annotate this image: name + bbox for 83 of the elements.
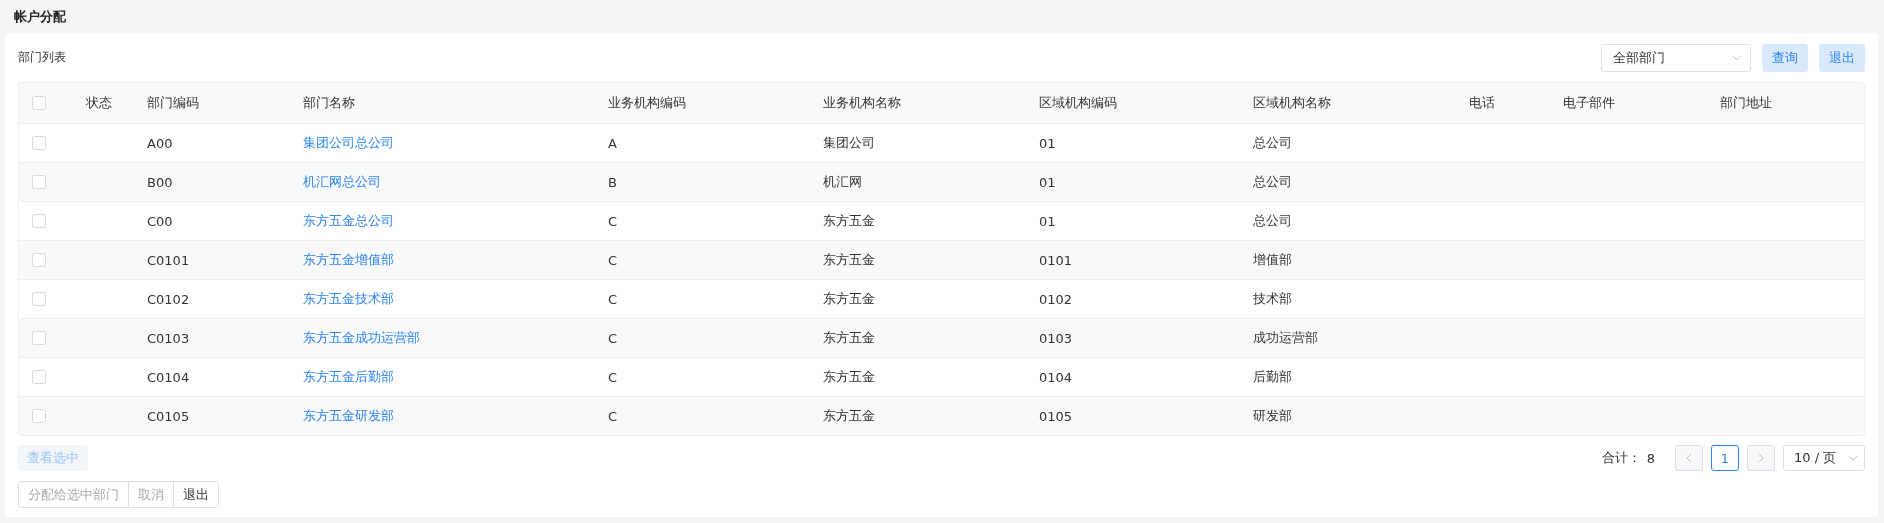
table-cell-text: 0101 xyxy=(1039,252,1074,268)
table-cell-text: C xyxy=(608,408,619,424)
table-cell-text: 0103 xyxy=(1039,330,1074,346)
table-cell-text: 东方五金 xyxy=(823,368,876,386)
column-header: 业务机构编码 xyxy=(608,94,687,112)
department-link[interactable]: 东方五金研发部 xyxy=(303,407,608,425)
table-cell-text: C0101 xyxy=(147,252,191,268)
row-checkbox[interactable] xyxy=(32,370,46,384)
column-header: 状态 xyxy=(86,94,113,112)
column-header: 部门编码 xyxy=(147,94,200,112)
table-cell-text: C xyxy=(608,213,619,229)
department-link[interactable]: 东方五金总公司 xyxy=(303,212,608,230)
table-cell-text: B00 xyxy=(147,174,174,190)
row-checkbox[interactable] xyxy=(32,136,46,150)
table-cell-text: 集团公司 xyxy=(823,134,876,152)
table-cell-text: C xyxy=(608,330,619,346)
table-cell-text: B xyxy=(608,174,618,190)
column-header: 电话 xyxy=(1469,94,1496,112)
table-cell-text: 机汇网 xyxy=(823,173,863,191)
table-cell-text: 东方五金 xyxy=(823,329,876,347)
total-count: 8 xyxy=(1646,450,1655,466)
chevron-right-icon xyxy=(1758,453,1764,463)
column-header: 电子部件 xyxy=(1563,94,1616,112)
action-button[interactable]: 退出 xyxy=(173,481,219,508)
page-size-select[interactable]: 10 / 页 xyxy=(1783,445,1865,471)
section-title: 部门列表 xyxy=(18,49,67,66)
table-cell-text: 总公司 xyxy=(1253,212,1293,230)
toolbar-button[interactable]: 退出 xyxy=(1819,43,1865,72)
department-link[interactable]: 东方五金成功运营部 xyxy=(303,329,608,347)
table-cell-text: A xyxy=(608,135,618,151)
table-cell-text: 成功运营部 xyxy=(1253,329,1319,347)
table-cell-text: 01 xyxy=(1039,174,1057,190)
table-cell-text: C0104 xyxy=(147,369,191,385)
toolbar-button[interactable]: 查询 xyxy=(1762,43,1808,72)
department-link[interactable]: 集团公司总公司 xyxy=(303,134,608,152)
department-link[interactable]: 东方五金增值部 xyxy=(303,251,608,269)
department-link[interactable]: 东方五金技术部 xyxy=(303,290,608,308)
chevron-down-icon xyxy=(1732,54,1742,61)
column-header: 区域机构名称 xyxy=(1253,94,1332,112)
column-header: 部门名称 xyxy=(303,94,356,112)
table-cell-text: 技术部 xyxy=(1253,290,1293,308)
table-cell-text: C xyxy=(608,369,619,385)
row-checkbox[interactable] xyxy=(32,409,46,423)
table-cell-text: 0102 xyxy=(1039,291,1074,307)
table-cell-text: 后勤部 xyxy=(1253,368,1293,386)
table-cell-text: 0104 xyxy=(1039,369,1074,385)
table-cell-text: 增值部 xyxy=(1253,251,1293,269)
select-all-checkbox[interactable] xyxy=(32,96,46,110)
previous-page-button[interactable] xyxy=(1675,445,1703,471)
page-title: 帐户分配 xyxy=(14,7,66,26)
table-cell-text: 总公司 xyxy=(1253,134,1293,152)
table-cell-text: C0102 xyxy=(147,291,191,307)
department-link[interactable]: 机汇网总公司 xyxy=(303,173,608,191)
column-header: 业务机构名称 xyxy=(823,94,902,112)
table-cell-text: C xyxy=(608,291,619,307)
row-checkbox[interactable] xyxy=(32,292,46,306)
table-cell-text: 东方五金 xyxy=(823,251,876,269)
row-checkbox[interactable] xyxy=(32,214,46,228)
table-cell-text: 研发部 xyxy=(1253,407,1293,425)
next-page-button[interactable] xyxy=(1747,445,1775,471)
table-cell-text: 01 xyxy=(1039,213,1057,229)
table-cell-text: C00 xyxy=(147,213,174,229)
row-checkbox[interactable] xyxy=(32,331,46,345)
department-link[interactable]: 东方五金后勤部 xyxy=(303,368,608,386)
table-cell-text: 东方五金 xyxy=(823,407,876,425)
table-cell-text: 东方五金 xyxy=(823,212,876,230)
table-cell-text: 0105 xyxy=(1039,408,1074,424)
table-cell-text: C xyxy=(608,252,619,268)
chevron-down-icon xyxy=(1848,455,1858,461)
chevron-left-icon xyxy=(1686,453,1692,463)
table-cell-text: 01 xyxy=(1039,135,1057,151)
row-checkbox[interactable] xyxy=(32,253,46,267)
table-cell-text: C0103 xyxy=(147,330,191,346)
total-label: 合计： xyxy=(1601,449,1641,467)
column-header: 部门地址 xyxy=(1720,94,1773,112)
table-cell-text: 总公司 xyxy=(1253,173,1293,191)
column-header: 区域机构编码 xyxy=(1039,94,1118,112)
table-cell-text: 东方五金 xyxy=(823,290,876,308)
table-cell-text: A00 xyxy=(147,135,174,151)
page-button[interactable]: 1 xyxy=(1711,445,1739,471)
department-select[interactable]: 全部部门 xyxy=(1601,43,1751,72)
table-cell-text: C0105 xyxy=(147,408,191,424)
row-checkbox[interactable] xyxy=(32,175,46,189)
